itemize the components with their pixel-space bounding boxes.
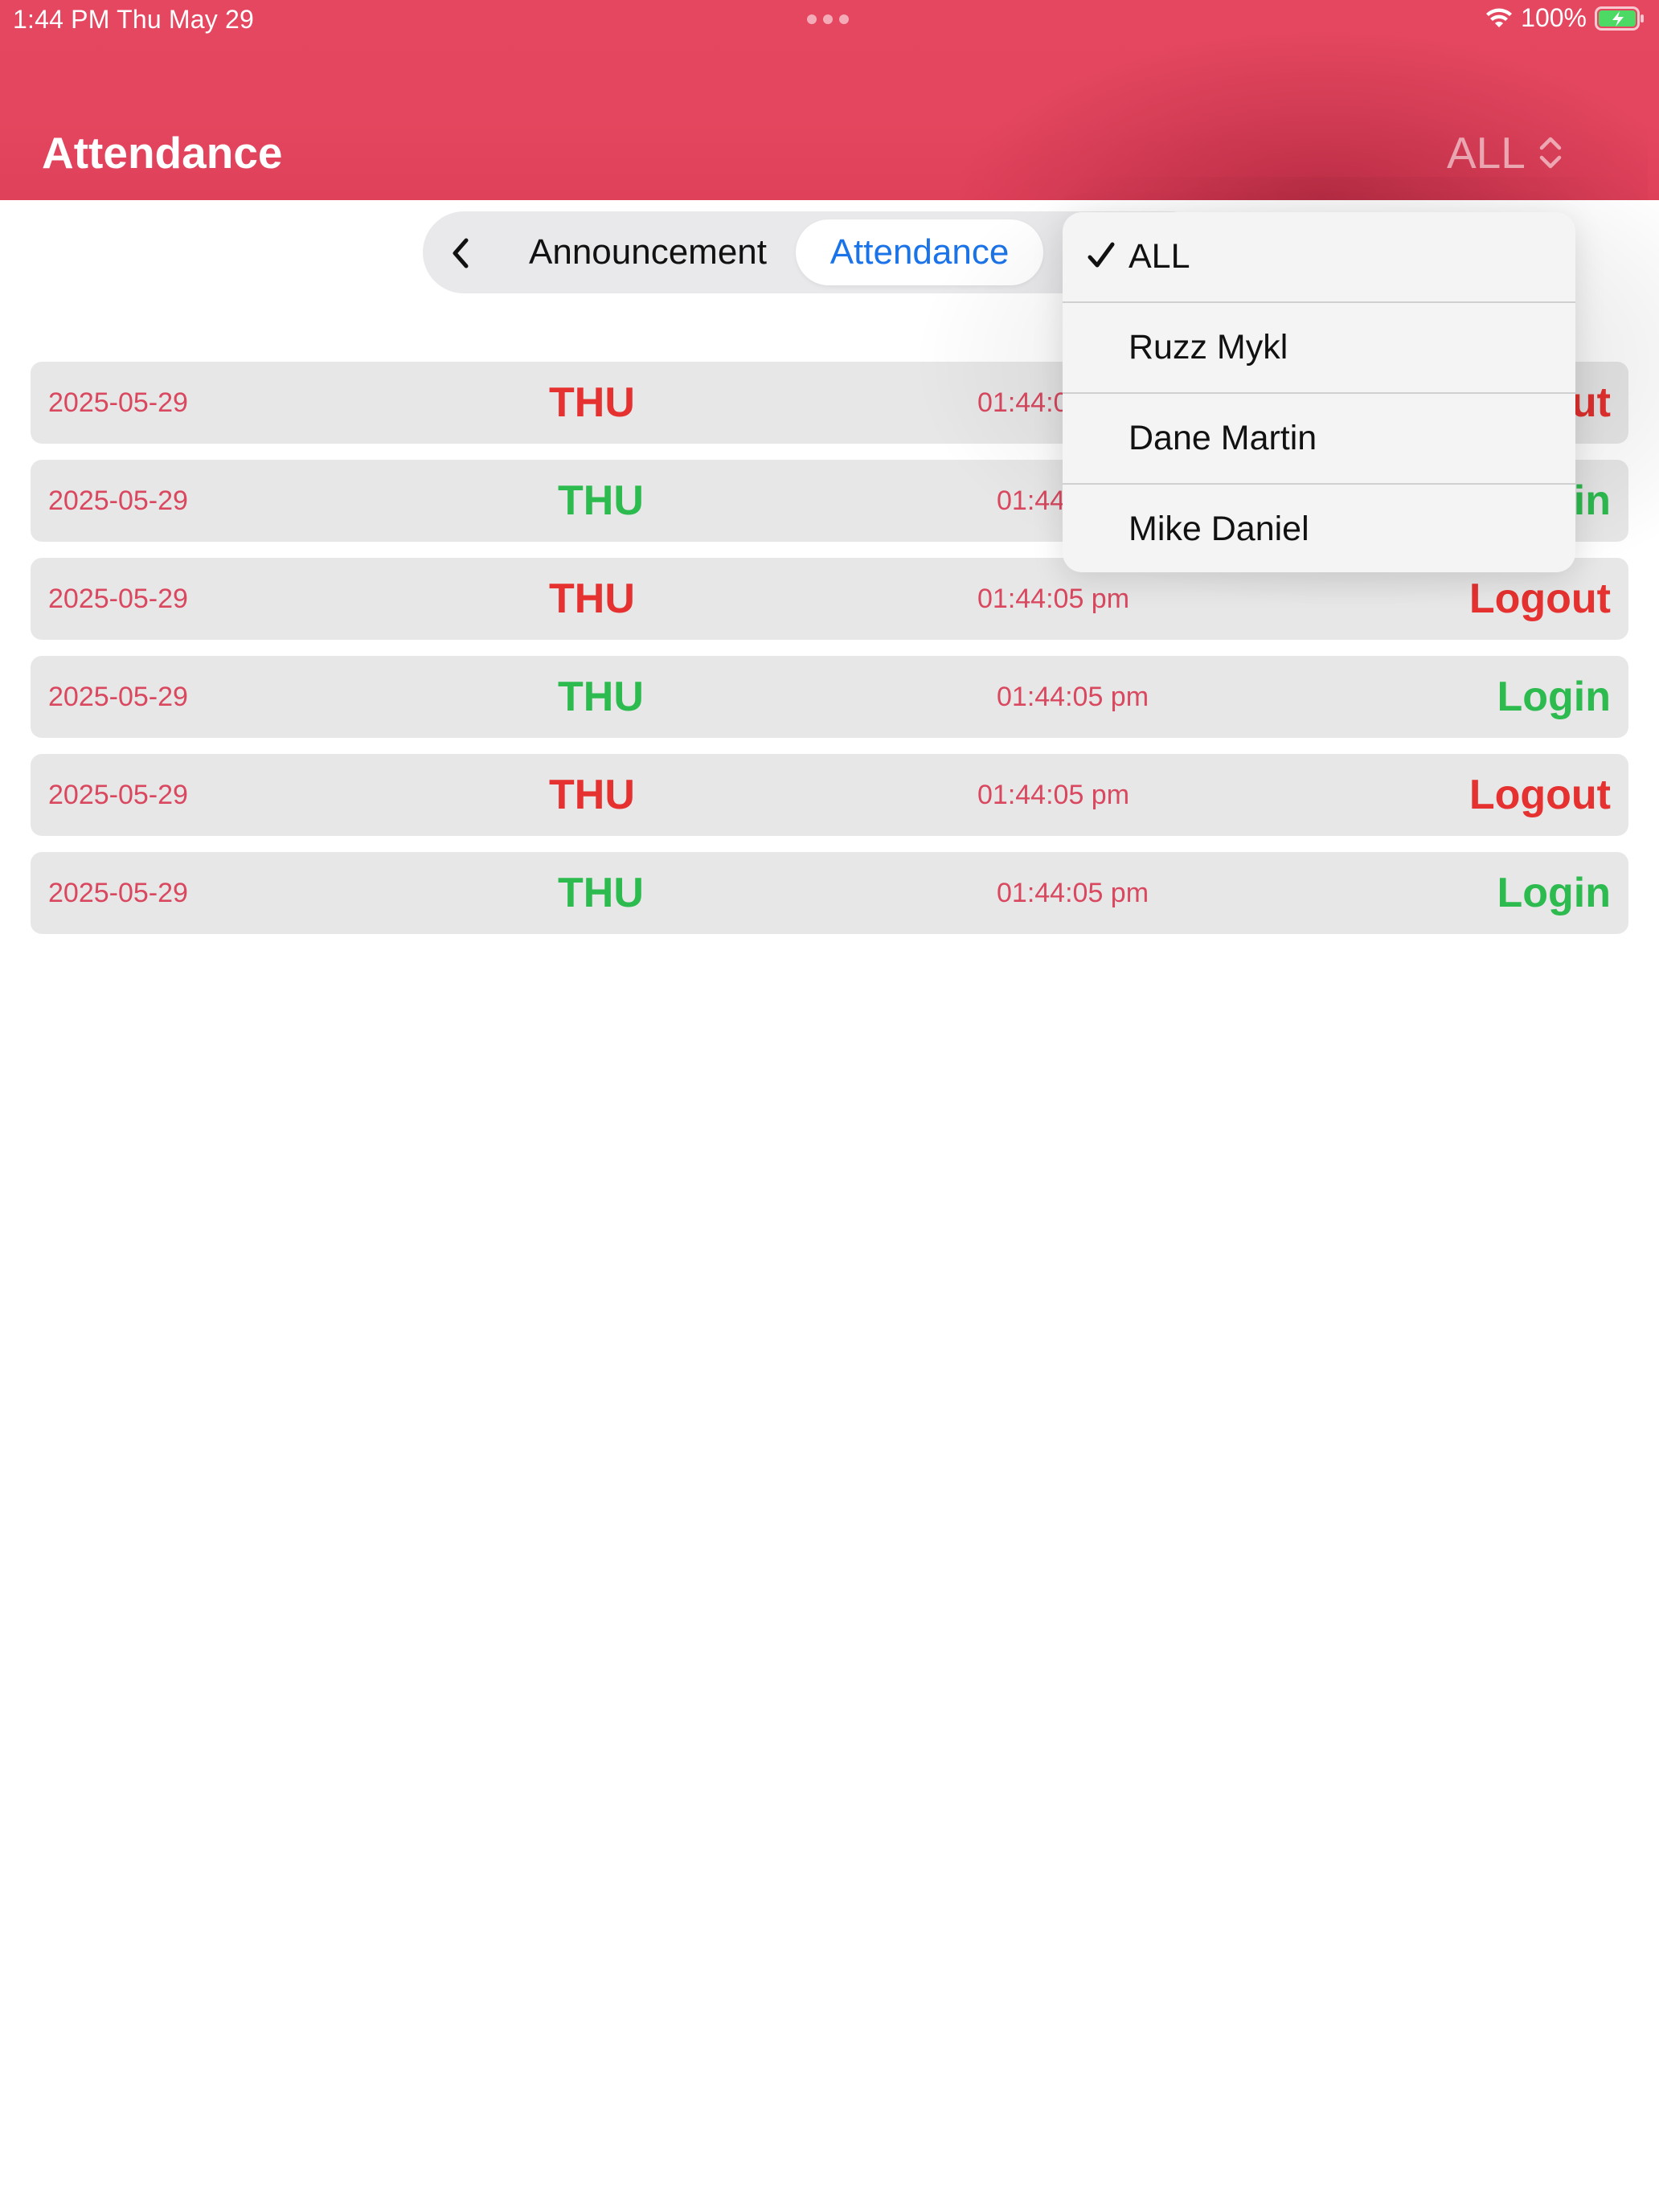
menu-item-label: Ruzz Mykl (1129, 328, 1288, 367)
tab-attendance[interactable]: Attendance (796, 219, 1043, 285)
table-row[interactable]: 2025-05-29 THU 01:44:05 pm Logout (31, 754, 1628, 836)
menu-item-ruzz-mykl[interactable]: Ruzz Mykl (1063, 303, 1575, 394)
row-day: THU (558, 674, 644, 720)
checkmark-icon (1088, 242, 1115, 268)
page-title: Attendance (42, 128, 283, 178)
row-time: 01:44:05 pm (997, 681, 1149, 712)
row-day: THU (558, 477, 644, 524)
row-day: THU (549, 576, 635, 622)
battery-percent: 100% (1521, 3, 1587, 32)
row-day: THU (558, 870, 644, 916)
user-filter-menu: ALL Ruzz Mykl Dane Martin Mike Daniel (1063, 212, 1575, 572)
menu-item-mike-daniel[interactable]: Mike Daniel (1063, 485, 1575, 572)
navigation-header: 1:44 PM Thu May 29 100% Attendance ALL (0, 0, 1659, 200)
menu-item-all[interactable]: ALL (1063, 212, 1575, 303)
row-time: 01:44:05 pm (977, 779, 1130, 810)
row-date: 2025-05-29 (48, 387, 188, 418)
row-date: 2025-05-29 (48, 779, 188, 810)
row-date: 2025-05-29 (48, 877, 188, 908)
row-status: Login (1497, 674, 1611, 720)
status-time-date: 1:44 PM Thu May 29 (13, 5, 255, 34)
chevron-up-down-icon (1539, 137, 1562, 169)
row-status: Logout (1469, 772, 1611, 818)
dot (839, 14, 849, 24)
back-chevron-icon[interactable] (439, 231, 484, 276)
status-indicators: 100% (1485, 3, 1645, 33)
dot (807, 14, 817, 24)
tab-announcement[interactable]: Announcement (503, 219, 793, 285)
table-row[interactable]: 2025-05-29 THU 01:44:05 pm Login (31, 656, 1628, 738)
user-filter-button[interactable]: ALL (1447, 127, 1564, 178)
wifi-icon (1486, 8, 1513, 27)
row-day: THU (549, 772, 635, 818)
multitasking-dots[interactable] (807, 14, 849, 24)
battery-charging-icon (1595, 6, 1644, 31)
menu-item-label: Mike Daniel (1129, 510, 1309, 548)
menu-item-label: ALL (1129, 237, 1190, 276)
filter-value: ALL (1447, 128, 1526, 178)
row-date: 2025-05-29 (48, 681, 188, 712)
menu-item-dane-martin[interactable]: Dane Martin (1063, 394, 1575, 485)
table-row[interactable]: 2025-05-29 THU 01:44:05 pm Login (31, 852, 1628, 934)
dot (823, 14, 833, 24)
row-day: THU (549, 379, 635, 426)
row-date: 2025-05-29 (48, 583, 188, 614)
row-time: 01:44:05 pm (997, 877, 1149, 908)
row-date: 2025-05-29 (48, 485, 188, 516)
menu-item-label: Dane Martin (1129, 419, 1317, 457)
row-status: Login (1497, 870, 1611, 916)
